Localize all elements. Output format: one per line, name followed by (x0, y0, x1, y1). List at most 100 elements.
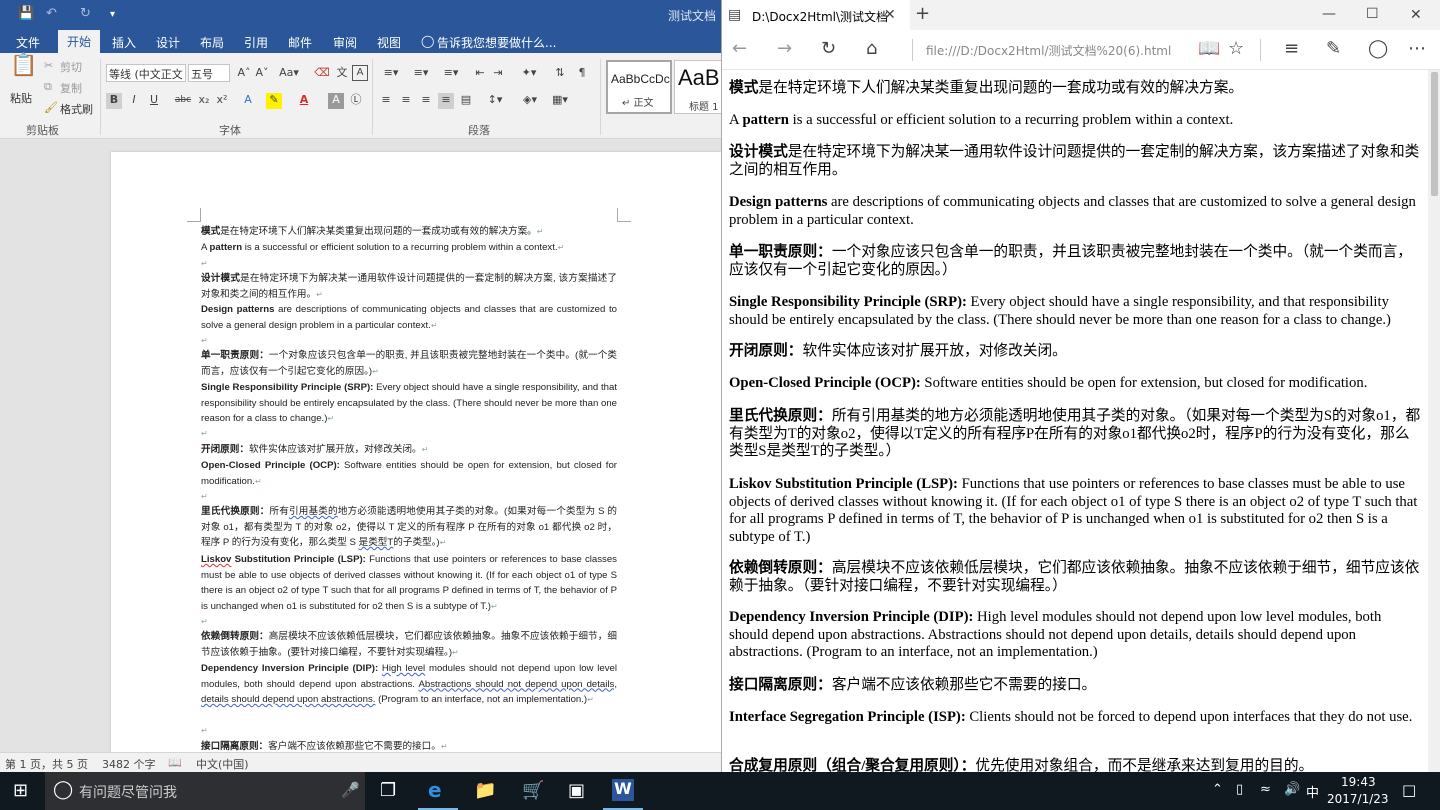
redo-icon[interactable]: ↻ (80, 6, 91, 21)
reading-view-icon[interactable]: 📖 (1198, 39, 1220, 59)
wifi-icon[interactable]: ≈ (1260, 782, 1271, 797)
subscript-icon[interactable]: x₂ (196, 93, 212, 109)
highlight-icon[interactable]: ✎ (266, 93, 282, 109)
app-icon[interactable]: ▣ (568, 780, 585, 801)
hub-icon[interactable]: ≡ (1284, 39, 1299, 59)
undo-icon[interactable]: ↶ (46, 6, 57, 21)
tell-me-search[interactable]: 告诉我您想要做什么... (437, 34, 556, 51)
cut-icon[interactable]: ✂ (44, 59, 53, 72)
phonetic-guide-icon[interactable]: 文 (334, 66, 350, 82)
task-view-icon[interactable]: ❐ (380, 780, 396, 801)
paste-button[interactable]: 粘贴 (10, 90, 32, 106)
browser-tab[interactable]: ▤ D:\Docx2Html\测试文档 ✕ (722, 0, 910, 30)
save-icon[interactable]: 💾 (18, 6, 34, 21)
underline-icon[interactable]: U (146, 93, 162, 109)
scrollbar-thumb[interactable] (1431, 72, 1438, 196)
cut-button[interactable]: 剪切 (60, 59, 82, 75)
clock-date[interactable]: 2017/1/23 (1327, 792, 1389, 806)
edge-taskbar-icon[interactable]: e (428, 778, 442, 802)
tab-layout[interactable]: 布局 (200, 34, 224, 51)
battery-icon[interactable]: ▯ (1236, 782, 1243, 797)
tray-chevron-icon[interactable]: ⌃ (1212, 782, 1223, 797)
format-painter-icon[interactable]: 🖌 (44, 101, 58, 114)
tab-insert[interactable]: 插入 (112, 34, 136, 51)
document-page[interactable]: 模式是在特定环境下人们解决某类重复出现问题的一套成功或有效的解决方案。↵ A p… (111, 152, 721, 752)
address-bar[interactable]: file:///D:/Docx2Html/测试文档%20(6).html (926, 42, 1171, 59)
sort-icon[interactable]: ⇅ (552, 66, 568, 82)
microphone-icon[interactable]: 🎤 (341, 781, 360, 799)
clock-time[interactable]: 19:43 (1341, 775, 1376, 789)
back-icon[interactable]: ← (732, 39, 747, 59)
tab-file[interactable]: 文件 (16, 34, 40, 51)
font-name-combo[interactable]: 等线 (中文正文 (106, 64, 186, 82)
proofing-icon[interactable]: 📖 (168, 756, 182, 769)
volume-icon[interactable]: 🔊 (1284, 782, 1300, 797)
font-size-combo[interactable]: 五号 (188, 64, 230, 82)
shrink-font-icon[interactable]: A˅ (254, 66, 270, 82)
windows-start-icon[interactable]: ⊞ (13, 780, 28, 801)
favorite-star-icon[interactable]: ☆ (1228, 39, 1244, 59)
shading-icon[interactable]: ◈▾ (518, 93, 542, 109)
chinese-layout-icon[interactable]: ✦▾ (518, 66, 540, 82)
copy-button[interactable]: 复制 (60, 80, 82, 96)
page-count[interactable]: 第 1 页，共 5 页 (5, 756, 88, 772)
grow-font-icon[interactable]: A˄ (236, 66, 252, 82)
char-shading-icon[interactable]: A (328, 93, 344, 109)
font-color-icon[interactable]: A (296, 93, 312, 109)
distributed-icon[interactable]: ▤ (458, 93, 474, 109)
align-center-icon[interactable]: ≡ (398, 93, 414, 109)
align-right-icon[interactable]: ≡ (418, 93, 434, 109)
word-count[interactable]: 3482 个字 (102, 756, 156, 772)
minimize-icon[interactable]: — (1322, 4, 1336, 24)
increase-indent-icon[interactable]: ⇥ (490, 66, 506, 82)
format-painter-button[interactable]: 格式刷 (60, 101, 93, 117)
numbering-icon[interactable]: ≡▾ (408, 66, 434, 82)
bold-icon[interactable]: B (106, 93, 122, 109)
clear-format-icon[interactable]: ⌫ (314, 66, 330, 82)
customize-toolbar-icon[interactable]: ▾ (110, 9, 115, 20)
tab-home[interactable]: 开始 (58, 30, 101, 53)
refresh-icon[interactable]: ↻ (821, 39, 836, 59)
paste-icon[interactable]: 📋 (10, 55, 37, 85)
web-note-icon[interactable]: ✎ (1326, 39, 1341, 59)
tab-review[interactable]: 审阅 (333, 34, 357, 51)
text-effects-icon[interactable]: A (240, 93, 256, 109)
show-marks-icon[interactable]: ¶ (574, 66, 590, 82)
borders-icon[interactable]: ▦▾ (548, 93, 572, 109)
align-left-icon[interactable]: ≡ (378, 93, 394, 109)
tab-references[interactable]: 引用 (244, 34, 268, 51)
strikethrough-icon[interactable]: abc (174, 93, 192, 109)
bullets-icon[interactable]: ≡▾ (378, 66, 404, 82)
decrease-indent-icon[interactable]: ⇤ (472, 66, 488, 82)
file-explorer-icon[interactable]: 📁 (474, 780, 496, 801)
more-icon[interactable]: ⋯ (1408, 39, 1426, 59)
new-tab-icon[interactable]: + (915, 4, 930, 24)
multilevel-list-icon[interactable]: ≡▾ (438, 66, 464, 82)
action-center-icon[interactable]: □ (1402, 781, 1416, 799)
close-tab-icon[interactable]: ✕ (884, 5, 896, 25)
word-taskbar-icon[interactable]: W (612, 779, 634, 801)
style-heading1[interactable]: AaB 标题 1 (674, 60, 721, 114)
vertical-scrollbar[interactable] (1428, 70, 1440, 772)
share-icon[interactable]: ◯ (1368, 39, 1388, 59)
tab-design[interactable]: 设计 (156, 34, 180, 51)
cortana-search-box[interactable]: ◯ 有问题尽管问我 🎤 (45, 772, 365, 810)
maximize-icon[interactable]: ☐ (1366, 4, 1379, 24)
store-icon[interactable]: 🛒 (522, 780, 544, 801)
copy-icon[interactable]: ⧉ (44, 80, 52, 94)
language[interactable]: 中文(中国) (196, 756, 249, 772)
input-method[interactable]: 中 (1306, 782, 1319, 801)
justify-icon[interactable]: ≡ (438, 93, 454, 109)
tab-mailings[interactable]: 邮件 (288, 34, 312, 51)
superscript-icon[interactable]: x² (214, 93, 230, 109)
style-normal[interactable]: AaBbCcDc ↵ 正文 (606, 60, 672, 114)
home-icon[interactable]: ⌂ (866, 39, 877, 59)
line-spacing-icon[interactable]: ↕▾ (484, 93, 506, 109)
change-case-icon[interactable]: Aa▾ (278, 66, 300, 82)
enclose-char-icon[interactable]: Ⓛ (348, 93, 364, 109)
char-border-icon[interactable]: A (352, 65, 368, 81)
close-window-icon[interactable]: ✕ (1410, 5, 1422, 25)
forward-icon[interactable]: → (777, 39, 792, 59)
italic-icon[interactable]: I (126, 93, 142, 109)
tab-view[interactable]: 视图 (377, 34, 401, 51)
